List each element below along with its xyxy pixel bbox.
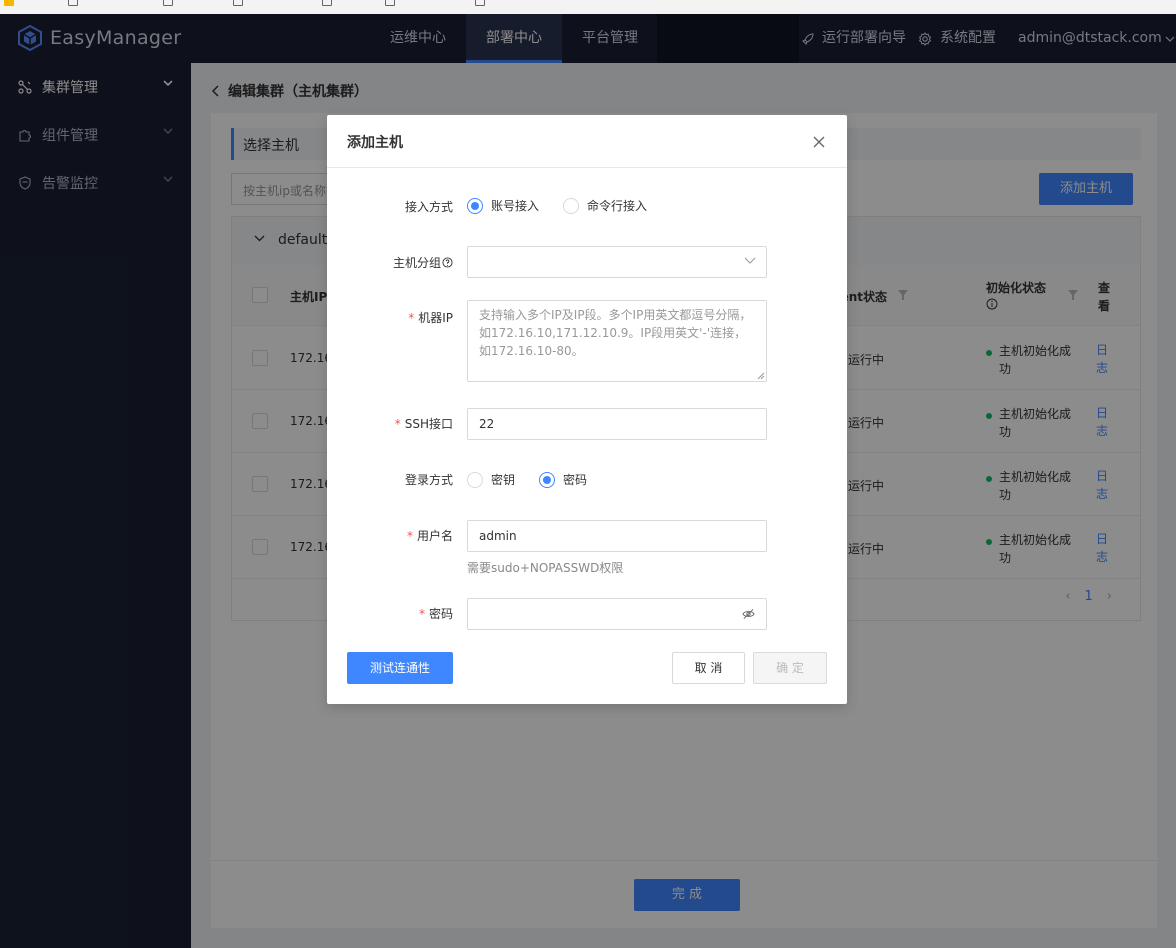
username-label-text: 用户名: [416, 529, 453, 543]
access-method-label: 接入方式: [404, 200, 453, 214]
bookmark-icon[interactable]: [233, 0, 243, 6]
machine-ip-textarea[interactable]: 支持输入多个IP及IP段。多个IP用英文都逗号分隔，如172.16.10,171…: [467, 300, 767, 382]
modal-title: 添加主机: [347, 135, 403, 151]
radio-unchecked[interactable]: [563, 197, 580, 214]
close-icon[interactable]: [811, 134, 827, 150]
option-label: 账号接入: [491, 199, 540, 213]
option-label: 命令行接入: [587, 199, 648, 213]
access-cmdline-option[interactable]: 命令行接入: [563, 197, 647, 214]
access-account-option[interactable]: 账号接入: [467, 197, 539, 214]
bookmark-icon[interactable]: [4, 0, 14, 6]
username-label: * 用户名: [406, 529, 453, 543]
bookmark-icon[interactable]: [163, 0, 173, 6]
option-label: 密码: [563, 473, 588, 487]
confirm-button[interactable]: 确 定: [753, 652, 827, 684]
login-password-option[interactable]: 密码: [539, 471, 587, 488]
help-icon: [442, 257, 453, 268]
host-group-label-text: 主机分组: [392, 256, 441, 270]
browser-bookmarks-bar: [0, 0, 1176, 14]
eye-invisible-icon[interactable]: [742, 608, 755, 620]
option-label: 密钥: [491, 473, 516, 487]
username-input[interactable]: admin: [467, 520, 767, 552]
password-label: * 密码: [418, 607, 453, 621]
radio-unchecked[interactable]: [467, 471, 483, 488]
bookmark-icon[interactable]: [68, 0, 78, 6]
test-connectivity-button[interactable]: 测试连通性: [347, 652, 453, 684]
bookmark-icon[interactable]: [322, 0, 332, 6]
machine-ip-label-text: 机器IP: [418, 311, 453, 325]
chevron-down-icon: [744, 257, 756, 264]
login-method-label: 登录方式: [404, 473, 453, 487]
ssh-port-input[interactable]: 22: [467, 408, 767, 440]
login-method-radio-group: 密钥 密码: [467, 471, 611, 488]
access-method-radio-group: 账号接入 命令行接入: [467, 197, 671, 214]
host-group-select[interactable]: [467, 246, 767, 278]
radio-checked[interactable]: [467, 197, 483, 214]
add-host-modal: 添加主机 接入方式 账号接入 命令行接入 主机分组 * 机器IP 支持输入多个IP…: [327, 115, 847, 704]
username-hint: 需要sudo+NOPASSWD权限: [467, 561, 624, 575]
login-key-option[interactable]: 密钥: [467, 471, 515, 488]
modal-header: 添加主机: [327, 115, 847, 168]
radio-checked[interactable]: [539, 471, 556, 488]
ssh-port-label-text: SSH接口: [404, 417, 453, 431]
machine-ip-label: * 机器IP: [408, 311, 453, 325]
password-input[interactable]: [467, 598, 767, 630]
ssh-port-label: * SSH接口: [394, 417, 453, 431]
cancel-button[interactable]: 取 消: [672, 652, 745, 684]
host-group-label: 主机分组: [393, 254, 453, 271]
bookmark-icon[interactable]: [475, 0, 485, 6]
password-label-text: 密码: [428, 607, 453, 621]
bookmark-icon[interactable]: [385, 0, 395, 6]
resize-handle-icon[interactable]: [757, 372, 765, 380]
